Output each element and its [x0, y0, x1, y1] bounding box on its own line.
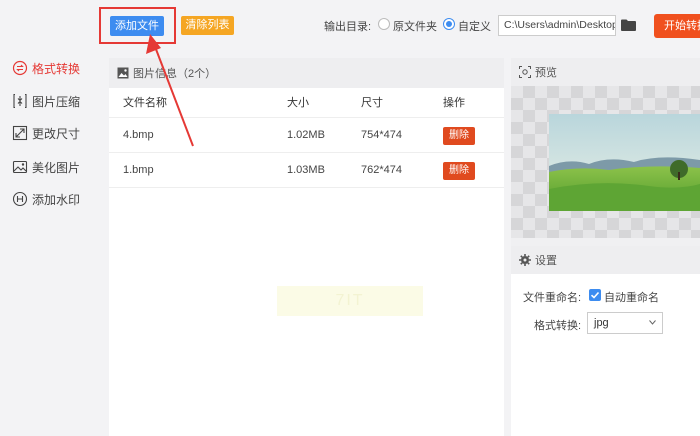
format-select[interactable]: jpg: [587, 312, 663, 334]
chevron-down-icon: [649, 320, 656, 325]
file-list-header: 图片信息（2个）: [109, 58, 504, 88]
sidebar-item-label: 图片压缩: [32, 94, 81, 109]
sidebar: 格式转换 图片压缩 更改尺寸 美化图片 添加水印: [0, 50, 102, 436]
settings-title: 设置: [535, 255, 557, 267]
radio-custom-folder-label[interactable]: 自定义: [458, 18, 491, 34]
delete-button[interactable]: 删除: [443, 162, 475, 180]
beautify-icon: [12, 160, 28, 174]
compress-icon: [13, 93, 27, 109]
sidebar-item-label: 美化图片: [32, 160, 81, 175]
table-row[interactable]: 4.bmp 1.02MB 754*474 删除: [109, 118, 504, 153]
preview-image: [549, 114, 700, 211]
sidebar-item-compress[interactable]: 图片压缩: [12, 91, 80, 111]
file-name: 4.bmp: [123, 129, 154, 141]
file-dimensions: 754*474: [361, 129, 402, 141]
column-header-name: 文件名称: [123, 97, 167, 109]
file-list-panel: 图片信息（2个） 文件名称 大小 尺寸 操作 4.bmp 1.02MB 754*…: [109, 58, 504, 436]
column-header-action: 操作: [443, 97, 465, 109]
file-size: 1.03MB: [287, 164, 325, 176]
gear-icon: [519, 254, 531, 266]
sidebar-item-format-convert[interactable]: 格式转换: [12, 58, 80, 78]
resize-icon: [12, 125, 28, 141]
auto-rename-checkbox[interactable]: [589, 289, 601, 301]
sidebar-item-watermark[interactable]: 添加水印: [12, 189, 80, 209]
file-list-title: 图片信息（2个）: [133, 68, 217, 80]
table-header: 文件名称 大小 尺寸 操作: [109, 88, 504, 118]
settings-panel: 设置 文件重命名: 自动重命名 格式转换: jpg: [511, 246, 700, 436]
sidebar-item-resize[interactable]: 更改尺寸: [12, 123, 80, 143]
preview-area: [511, 86, 700, 238]
site-watermark: 7IT: [277, 286, 423, 316]
file-dimensions: 762*474: [361, 164, 402, 176]
clear-list-button[interactable]: 清除列表: [181, 16, 234, 35]
annotation-highlight-box: [99, 7, 176, 44]
file-name: 1.bmp: [123, 164, 154, 176]
column-header-size: 大小: [287, 97, 309, 109]
file-size: 1.02MB: [287, 129, 325, 141]
folder-icon[interactable]: [621, 19, 636, 31]
rename-label: 文件重命名:: [523, 292, 582, 304]
preview-title: 预览: [535, 67, 557, 79]
radio-original-folder-label[interactable]: 原文件夹: [393, 18, 437, 34]
column-header-dimensions: 尺寸: [361, 97, 383, 109]
sidebar-item-label: 更改尺寸: [32, 126, 81, 141]
output-path-input[interactable]: C:\Users\admin\Desktop: [498, 15, 616, 36]
format-convert-icon: [12, 60, 28, 76]
auto-rename-label[interactable]: 自动重命名: [604, 289, 659, 305]
output-dir-label: 输出目录:: [324, 21, 372, 33]
radio-custom-folder[interactable]: [443, 18, 455, 30]
watermark-icon: [12, 191, 28, 207]
toolbar: 添加文件 清除列表 输出目录: 原文件夹 自定义 C:\Users\admin\…: [0, 0, 700, 50]
sidebar-item-label: 添加水印: [32, 192, 81, 207]
sidebar-item-label: 格式转换: [32, 61, 81, 76]
table-row[interactable]: 1.bmp 1.03MB 762*474 删除: [109, 153, 504, 188]
radio-original-folder[interactable]: [378, 18, 390, 30]
format-select-value: jpg: [594, 317, 609, 329]
image-icon: [117, 67, 129, 79]
preview-header: 预览: [511, 58, 700, 86]
preview-icon: [519, 66, 531, 78]
format-label: 格式转换:: [534, 320, 582, 332]
settings-header: 设置: [511, 246, 700, 274]
right-panel: 预览 设置 文件重命名: 自动重命名 格式转换: jpg: [511, 58, 700, 436]
start-convert-button[interactable]: 开始转换: [654, 14, 700, 38]
delete-button[interactable]: 删除: [443, 127, 475, 145]
sidebar-item-beautify[interactable]: 美化图片: [12, 157, 80, 177]
